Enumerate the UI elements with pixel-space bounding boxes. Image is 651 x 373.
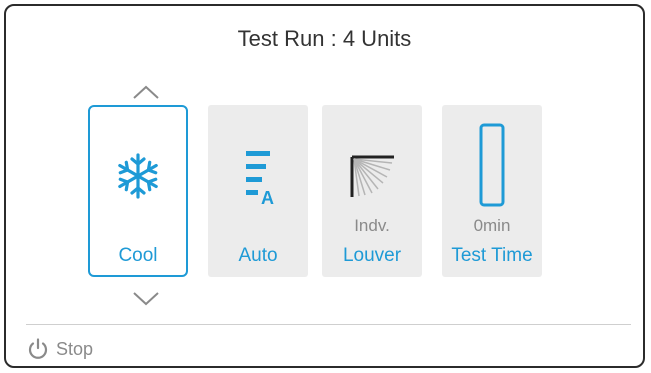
fan-speed-auto-icon: A xyxy=(208,147,308,207)
tile-label-test-time: Test Time xyxy=(451,245,533,266)
page-title: Test Run : 4 Units xyxy=(237,26,412,51)
chevron-down-icon[interactable] xyxy=(131,291,161,307)
tile-label-cool: Cool xyxy=(118,245,158,266)
louver-swing-icon xyxy=(322,153,422,199)
test-run-panel: Test Run : 4 Units Cool A Auto Indv. Lou… xyxy=(4,4,645,368)
stop-button[interactable]: Stop xyxy=(26,336,93,362)
power-icon xyxy=(28,338,48,359)
test-time-value: 0min xyxy=(473,216,511,235)
tile-label-louver: Louver xyxy=(342,245,402,266)
mode-tile-cool[interactable]: Cool xyxy=(88,105,188,277)
chevron-up-icon[interactable] xyxy=(131,84,161,100)
louver-tile[interactable]: Indv. Louver xyxy=(322,105,422,277)
svg-text:A: A xyxy=(261,188,274,207)
louver-mode-value: Indv. xyxy=(354,216,390,235)
footer-divider xyxy=(26,324,631,325)
test-time-tile[interactable]: 0min Test Time xyxy=(442,105,542,277)
timer-bar-icon xyxy=(442,123,542,207)
tile-label-auto: Auto xyxy=(238,245,278,266)
stop-label: Stop xyxy=(56,338,94,359)
snowflake-icon xyxy=(90,151,186,201)
fan-tile-auto[interactable]: A Auto xyxy=(208,105,308,277)
